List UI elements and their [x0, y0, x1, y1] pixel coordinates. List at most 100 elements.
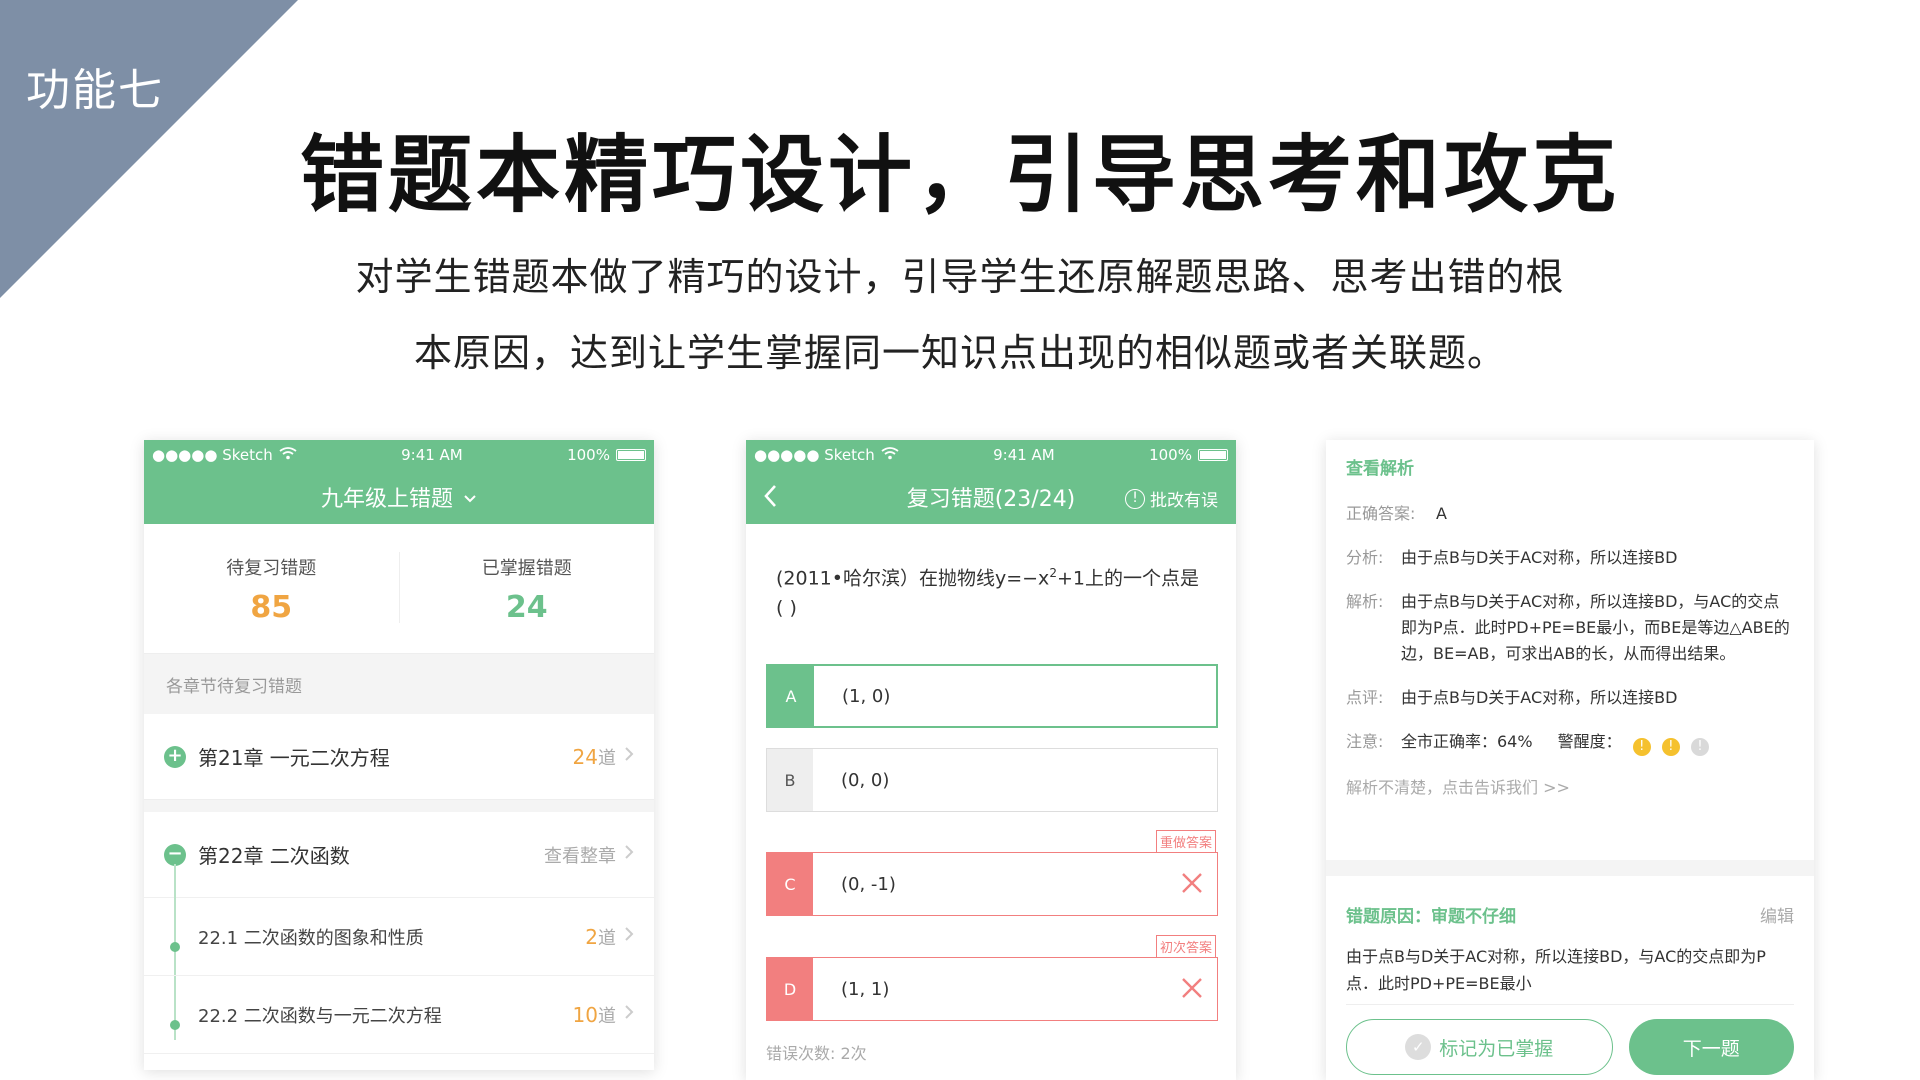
analysis-row: 分析: 由于点B与D关于AC对称，所以连接BD	[1346, 545, 1794, 571]
question-rest: +1上的一个点是	[1056, 567, 1199, 590]
mastered-stat[interactable]: 已掌握错题 24	[398, 552, 655, 625]
option-letter: D	[767, 958, 813, 1020]
comment-text: 由于点B与D关于AC对称，所以连接BD	[1401, 688, 1678, 707]
error-count: 错误次数: 2次	[766, 1044, 867, 1063]
chapter-title: 第22章 二次函数	[198, 844, 350, 868]
timeline-dot	[170, 942, 180, 952]
next-question-button[interactable]: 下一题	[1628, 1019, 1794, 1075]
battery-percent: 100%	[1149, 446, 1192, 464]
count-unit: 道	[598, 1005, 616, 1027]
option-letter: B	[767, 749, 813, 811]
section-item-22-1[interactable]: 22.1 二次函数的图象和性质 2道	[144, 898, 654, 976]
grade-selector[interactable]: 九年级上错题	[144, 470, 654, 524]
alert-level-icon-1: !	[1632, 738, 1651, 756]
phone-review: ●●●●● Sketch 9:41 AM 100% 复习错题(23/24) ! …	[746, 440, 1236, 1080]
option-a[interactable]: A (1, 0)	[766, 664, 1218, 728]
solution-text: 由于点B与D关于AC对称，所以连接BD，与AC的交点即为P点．此时PD+PE=B…	[1401, 592, 1790, 663]
count-number: 10	[572, 1002, 598, 1027]
section-header: 各章节待复习错题	[144, 654, 654, 714]
count-unit: 道	[598, 927, 616, 949]
note-label: 注意:	[1346, 732, 1384, 751]
note-row: 注意: 全市正确率：64% 警醒度： ! ! !	[1346, 729, 1794, 756]
feedback-link[interactable]: 解析不清楚，点击告诉我们 >>	[1346, 774, 1794, 798]
option-letter: C	[767, 853, 813, 915]
phone-wrong-book: ●●●●● Sketch 9:41 AM 100% 九年级上错题 待复习错题 8…	[144, 440, 654, 1070]
option-text: (0, 0)	[841, 769, 890, 791]
question-main: (2011•哈尔滨）在抛物线y=−x	[776, 567, 1050, 590]
analysis-text: 由于点B与D关于AC对称，所以连接BD	[1401, 548, 1678, 567]
chapter-title: 第21章 一元二次方程	[198, 746, 390, 770]
alert-icon: !	[1125, 488, 1145, 509]
chevron-right-icon	[624, 844, 634, 865]
action-bar: ✓ 标记为已掌握 下一题	[1346, 1004, 1794, 1075]
alert-level-icon-3: !	[1690, 738, 1709, 756]
answer-value: A	[1436, 504, 1447, 523]
analysis-title: 查看解析	[1346, 459, 1414, 479]
question-bracket: ( )	[776, 597, 797, 620]
option-d[interactable]: D (1, 1)	[766, 957, 1218, 1021]
section-count: 10道	[573, 1002, 616, 1028]
phone-analysis: 查看解析 正确答案: A 分析: 由于点B与D关于AC对称，所以连接BD 解析:…	[1326, 440, 1814, 1080]
reason-title: 错题原因：审题不仔细	[1346, 907, 1516, 927]
report-error-button[interactable]: ! 批改有误	[1125, 486, 1218, 511]
plus-icon: +	[164, 745, 186, 768]
reason-text: 由于点B与D关于AC对称，所以连接BD，与AC的交点即为P点．此时PD+PE=B…	[1346, 947, 1766, 993]
count-number: 2	[585, 924, 598, 949]
alert-level-icon-2: !	[1661, 738, 1680, 756]
status-time: 9:41 AM	[401, 446, 463, 464]
chevron-down-icon	[463, 485, 477, 510]
analysis-panel: 查看解析 正确答案: A 分析: 由于点B与D关于AC对称，所以连接BD 解析:…	[1326, 440, 1814, 798]
edit-button[interactable]: 编辑	[1760, 902, 1794, 927]
nav-bar: 复习错题(23/24) ! 批改有误	[746, 470, 1236, 524]
status-bar: ●●●●● Sketch 9:41 AM 100%	[746, 440, 1236, 470]
question-exponent: 2	[1049, 566, 1057, 580]
comment-label: 点评:	[1346, 688, 1384, 707]
carrier: ●●●●● Sketch	[754, 446, 875, 464]
first-answer-tag: 初次答案	[1155, 935, 1216, 958]
option-text: (1, 1)	[841, 978, 890, 1000]
pending-label: 待复习错题	[226, 558, 317, 579]
reason-panel: 错题原因：审题不仔细 编辑 由于点B与D关于AC对称，所以连接BD，与AC的交点…	[1346, 902, 1794, 997]
header: ●●●●● Sketch 9:41 AM 100% 复习错题(23/24) ! …	[746, 440, 1236, 524]
pending-stat[interactable]: 待复习错题 85	[144, 524, 399, 653]
battery-icon	[1197, 449, 1228, 461]
alert-level-label: 警醒度：	[1557, 732, 1622, 751]
solution-label: 解析:	[1346, 592, 1384, 611]
pending-value: 85	[250, 590, 293, 625]
divider	[144, 800, 654, 812]
chevron-right-icon	[624, 1004, 634, 1025]
question-text: (2011•哈尔滨）在抛物线y=−x2+1上的一个点是 ( )	[746, 524, 1236, 664]
divider	[1326, 860, 1814, 876]
minus-icon: −	[164, 843, 186, 866]
section-item-22-2[interactable]: 22.2 二次函数与一元二次方程 10道	[144, 976, 654, 1054]
answer-row: 正确答案: A	[1346, 501, 1794, 527]
nav-title: 复习错题(23/24)	[906, 487, 1076, 512]
solution-row: 解析: 由于点B与D关于AC对称，所以连接BD，与AC的交点即为P点．此时PD+…	[1346, 589, 1794, 667]
mastered-label: 已掌握错题	[481, 558, 572, 579]
header: ●●●●● Sketch 9:41 AM 100% 九年级上错题	[144, 440, 654, 524]
report-label: 批改有误	[1150, 491, 1218, 511]
stats-panel: 待复习错题 85 已掌握错题 24	[144, 524, 654, 654]
count-unit: 道	[598, 747, 616, 769]
chevron-right-icon	[624, 746, 634, 767]
chapter-item-22[interactable]: − 第22章 二次函数 查看整章	[144, 812, 654, 898]
wrong-x-icon	[1167, 868, 1217, 901]
reason-header: 错题原因：审题不仔细 编辑	[1346, 902, 1794, 927]
chevron-right-icon	[624, 926, 634, 947]
chapter-item-21[interactable]: + 第21章 一元二次方程 24道	[144, 714, 654, 800]
wrong-x-icon	[1167, 973, 1217, 1006]
option-b[interactable]: B (0, 0)	[766, 748, 1218, 812]
analysis-label: 分析:	[1346, 548, 1384, 567]
option-text: (0, -1)	[841, 873, 896, 895]
view-chapter-link[interactable]: 查看整章	[544, 842, 616, 868]
wifi-icon	[881, 446, 899, 464]
mark-mastered-button[interactable]: ✓ 标记为已掌握	[1346, 1019, 1613, 1075]
carrier: ●●●●● Sketch	[152, 446, 273, 464]
chapter-22-group: − 第22章 二次函数 查看整章 22.1 二次函数的图象和性质 2道 22.2…	[144, 812, 654, 1054]
subtitle-line-2: 本原因，达到让学生掌握同一知识点出现的相似题或者关联题。	[413, 331, 1506, 375]
back-icon[interactable]	[762, 482, 778, 517]
section-count: 2道	[585, 924, 616, 950]
section-title: 22.1 二次函数的图象和性质	[198, 927, 424, 949]
note-value: 全市正确率：64% 警醒度： ! ! !	[1401, 729, 1794, 756]
option-c[interactable]: C (0, -1)	[766, 852, 1218, 916]
